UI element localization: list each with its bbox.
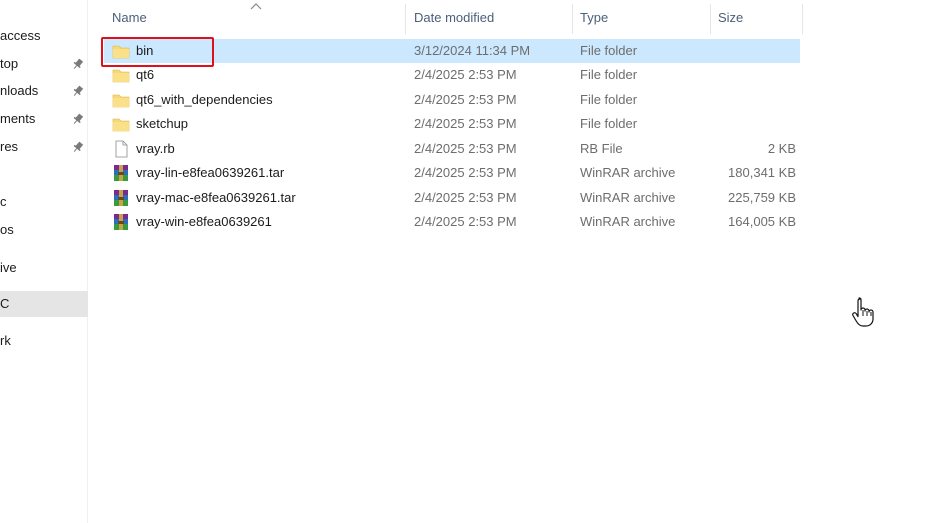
column-header-type[interactable]: Type <box>572 0 710 36</box>
file-icon <box>115 140 128 158</box>
file-name: vray-lin-e8fea0639261.tar <box>136 165 285 180</box>
nav-item-label: ive <box>0 260 17 275</box>
file-row-vray-lin-tar[interactable]: vray-lin-e8fea0639261.tar 2/4/2025 2:53 … <box>104 161 800 185</box>
file-name: vray.rb <box>136 141 175 156</box>
file-name: qt6_with_dependencies <box>136 92 273 107</box>
nav-item-quick-access[interactable]: access <box>0 23 88 49</box>
pin-icon <box>73 58 84 69</box>
file-type: WinRAR archive <box>580 190 676 205</box>
file-size: 180,341 KB <box>728 165 796 180</box>
hand-cursor-icon <box>852 297 874 327</box>
file-name: bin <box>136 43 154 58</box>
file-date-modified: 2/4/2025 2:53 PM <box>414 116 517 131</box>
pin-icon <box>73 141 84 152</box>
folder-icon <box>112 45 130 59</box>
file-type: File folder <box>580 116 638 131</box>
column-header-name[interactable]: Name <box>104 0 404 36</box>
nav-item-onedrive[interactable]: ive <box>0 255 88 281</box>
file-size <box>712 63 796 87</box>
column-divider[interactable] <box>802 4 803 34</box>
file-size <box>712 112 796 136</box>
file-date-modified: 2/4/2025 2:53 PM <box>414 214 517 229</box>
nav-item-label: nloads <box>0 83 39 98</box>
winrar-icon <box>114 165 128 181</box>
file-date-modified: 2/4/2025 2:53 PM <box>414 141 517 156</box>
nav-item-label: ments <box>0 111 36 126</box>
file-date-modified: 2/4/2025 2:53 PM <box>414 92 517 107</box>
nav-item-network[interactable]: rk <box>0 328 88 354</box>
column-header-date-modified[interactable]: Date modified <box>406 0 572 36</box>
navigation-pane: access top nloads ments res c os ive C r… <box>0 0 88 523</box>
file-size: 225,759 KB <box>728 190 796 205</box>
file-type: WinRAR archive <box>580 214 676 229</box>
file-size <box>712 88 796 112</box>
file-type: File folder <box>580 67 638 82</box>
pin-icon <box>73 85 84 96</box>
nav-item-desktop[interactable]: top <box>0 51 88 77</box>
file-date-modified: 2/4/2025 2:53 PM <box>414 165 517 180</box>
file-type: WinRAR archive <box>580 165 676 180</box>
folder-icon <box>112 94 130 108</box>
file-row-qt6-with-dependencies[interactable]: qt6_with_dependencies 2/4/2025 2:53 PM F… <box>104 88 800 112</box>
nav-item-c[interactable]: c <box>0 189 88 215</box>
nav-item-this-pc[interactable]: C <box>0 291 88 317</box>
nav-item-label: c <box>0 194 7 209</box>
nav-item-downloads[interactable]: nloads <box>0 78 88 104</box>
file-row-qt6[interactable]: qt6 2/4/2025 2:53 PM File folder <box>104 63 800 87</box>
file-type: RB File <box>580 141 623 156</box>
nav-item-documents[interactable]: ments <box>0 106 88 132</box>
file-size: 2 KB <box>767 141 796 156</box>
file-type: File folder <box>580 92 638 107</box>
folder-icon <box>112 118 130 132</box>
nav-item-label: C <box>0 296 10 311</box>
file-date-modified: 2/4/2025 2:53 PM <box>414 190 517 205</box>
pin-icon <box>73 113 84 124</box>
file-size <box>712 39 796 63</box>
nav-item-pictures[interactable]: res <box>0 134 88 160</box>
nav-item-os[interactable]: os <box>0 217 88 243</box>
file-name: vray-win-e8fea0639261 <box>136 214 272 229</box>
nav-item-label: top <box>0 56 19 71</box>
nav-item-label: os <box>0 222 14 237</box>
file-date-modified: 2/4/2025 2:53 PM <box>414 67 517 82</box>
file-name: qt6 <box>136 67 155 82</box>
file-row-vray-win[interactable]: vray-win-e8fea0639261 2/4/2025 2:53 PM W… <box>104 210 800 234</box>
file-type: File folder <box>580 43 638 58</box>
file-name: vray-mac-e8fea0639261.tar <box>136 190 296 205</box>
file-name: sketchup <box>136 116 189 131</box>
nav-item-label: rk <box>0 333 11 348</box>
column-header-size[interactable]: Size <box>710 0 802 36</box>
file-size: 164,005 KB <box>728 214 796 229</box>
winrar-icon <box>114 190 128 206</box>
nav-item-label: res <box>0 139 19 154</box>
file-row-vray-mac-tar[interactable]: vray-mac-e8fea0639261.tar 2/4/2025 2:53 … <box>104 186 800 210</box>
file-row-vray-rb[interactable]: vray.rb 2/4/2025 2:53 PM RB File 2 KB <box>104 137 800 161</box>
file-row-bin[interactable]: bin 3/12/2024 11:34 PM File folder <box>104 39 800 63</box>
folder-icon <box>112 69 130 83</box>
nav-item-label: access <box>0 28 41 43</box>
file-date-modified: 3/12/2024 11:34 PM <box>414 43 531 58</box>
column-header-row: Name Date modified Type Size <box>104 0 804 36</box>
file-row-sketchup[interactable]: sketchup 2/4/2025 2:53 PM File folder <box>104 112 800 136</box>
winrar-icon <box>114 214 128 230</box>
